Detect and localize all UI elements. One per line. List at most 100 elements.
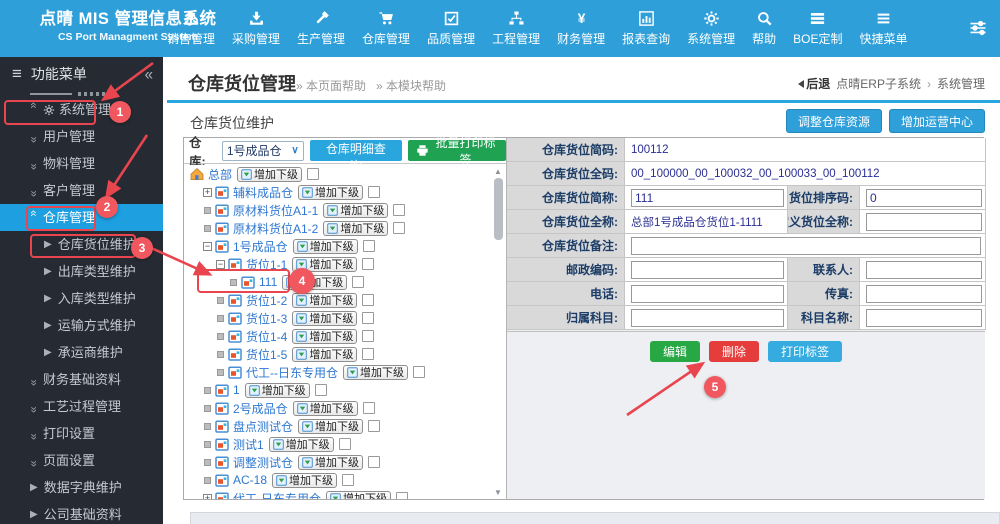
tree-node-checkbox[interactable] <box>363 240 375 252</box>
tree-node-name[interactable]: 2号成品仓 <box>233 400 288 417</box>
tree-node-name[interactable]: 代工-日东专用仓 <box>233 490 321 500</box>
nav-item-销售管理[interactable]: 销售管理 <box>165 10 217 47</box>
batch-print-label-button[interactable]: 批量打印标签 <box>408 140 506 161</box>
tree-node-name[interactable]: 1 <box>233 383 240 397</box>
tree-node-name[interactable]: 货位1-2 <box>246 292 287 309</box>
tree-node-name[interactable]: 货位1-3 <box>246 310 287 327</box>
delete-button[interactable]: 删除 <box>709 341 759 362</box>
form-input[interactable] <box>631 237 981 255</box>
tree-node-name[interactable]: 原材料货位A1-2 <box>233 220 318 237</box>
sidebar-item-客户管理[interactable]: «客户管理 <box>0 177 163 204</box>
sidebar-item-财务基础资料[interactable]: «财务基础资料 <box>0 366 163 393</box>
add-child-button[interactable]: 增加下级 <box>292 329 357 344</box>
nav-item-工程管理[interactable]: 工程管理 <box>490 10 542 47</box>
add-child-button[interactable]: 增加下级 <box>298 185 363 200</box>
page-help-link[interactable]: » 本页面帮助 <box>296 77 366 94</box>
sidebar-item-公司基础资料[interactable]: ▶公司基础资料 <box>0 501 163 524</box>
nav-item-报表查询[interactable]: 报表查询 <box>620 10 672 47</box>
form-input[interactable] <box>631 309 784 327</box>
nav-item-快捷菜单[interactable]: 快捷菜单 <box>858 10 910 47</box>
sidebar-collapse-icon[interactable]: « <box>145 65 153 84</box>
form-input[interactable] <box>866 261 982 279</box>
tree-node-name[interactable]: 原材料货位A1-1 <box>233 202 318 219</box>
tree-node-name[interactable]: 1号成品仓 <box>233 238 288 255</box>
tree-node-checkbox[interactable] <box>368 456 380 468</box>
sidebar-item-用户管理[interactable]: «用户管理 <box>0 123 163 150</box>
tree-node-checkbox[interactable] <box>342 474 354 486</box>
add-operation-center-button[interactable]: 增加运营中心 <box>889 109 985 133</box>
warehouse-select[interactable]: 1号成品仓 ∨ <box>222 141 304 161</box>
adjust-warehouse-resource-button[interactable]: 调整仓库资源 <box>786 109 882 133</box>
tree-node-name[interactable]: 测试1 <box>233 436 264 453</box>
tree-scrollbar[interactable]: ▲ ▼ <box>493 167 504 497</box>
add-child-button[interactable]: 增加下级 <box>292 293 357 308</box>
add-child-button[interactable]: 增加下级 <box>343 365 408 380</box>
tree-node-name[interactable]: AC-18 <box>233 473 267 487</box>
nav-item-生产管理[interactable]: 生产管理 <box>295 10 347 47</box>
sidebar-item-物料管理[interactable]: «物料管理 <box>0 150 163 177</box>
form-input[interactable] <box>631 285 784 303</box>
form-input[interactable] <box>866 309 982 327</box>
add-child-button[interactable]: 增加下级 <box>326 491 391 500</box>
nav-item-仓库管理[interactable]: 仓库管理 <box>360 10 412 47</box>
tree-node-checkbox[interactable] <box>413 366 425 378</box>
tree-node-name[interactable]: 111 <box>259 275 277 289</box>
sliders-icon[interactable] <box>969 19 987 37</box>
form-input[interactable] <box>866 189 982 207</box>
tree-node-checkbox[interactable] <box>368 420 380 432</box>
add-child-button[interactable]: 增加下级 <box>292 311 357 326</box>
tree-node-name[interactable]: 货位1-5 <box>246 346 287 363</box>
form-input[interactable] <box>631 189 784 207</box>
add-child-button[interactable]: 增加下级 <box>245 383 310 398</box>
tree-node-checkbox[interactable] <box>396 492 408 499</box>
nav-item-财务管理[interactable]: ¥财务管理 <box>555 10 607 47</box>
tree-node-name[interactable]: 盘点测试仓 <box>233 418 293 435</box>
breadcrumb-erp-system[interactable]: 点晴ERP子系统 <box>836 75 921 92</box>
sidebar-item-运输方式维护[interactable]: ▶运输方式维护 <box>0 312 163 339</box>
add-child-button[interactable]: 增加下级 <box>237 167 302 182</box>
tree-node-checkbox[interactable] <box>315 384 327 396</box>
nav-item-BOE定制[interactable]: BOE定制 <box>791 10 844 47</box>
tree-node-checkbox[interactable] <box>393 222 405 234</box>
breadcrumb-system-mgmt[interactable]: 系统管理 <box>937 75 985 92</box>
tree-node-name[interactable]: 货位1-4 <box>246 328 287 345</box>
tree-node-name[interactable]: 总部 <box>208 166 232 183</box>
sidebar-item-出库类型维护[interactable]: ▶出库类型维护 <box>0 258 163 285</box>
nav-item-系统管理[interactable]: 系统管理 <box>685 10 737 47</box>
collapse-icon[interactable]: − <box>216 260 225 269</box>
add-child-button[interactable]: 增加下级 <box>298 455 363 470</box>
tree-node-checkbox[interactable] <box>362 294 374 306</box>
tree-node-checkbox[interactable] <box>362 312 374 324</box>
tree-node-checkbox[interactable] <box>362 348 374 360</box>
tree-node-checkbox[interactable] <box>352 276 364 288</box>
add-child-button[interactable]: 增加下级 <box>323 221 388 236</box>
sidebar-item-入库类型维护[interactable]: ▶入库类型维护 <box>0 285 163 312</box>
tree-node-checkbox[interactable] <box>363 402 375 414</box>
add-child-button[interactable]: 增加下级 <box>269 437 334 452</box>
nav-item-采购管理[interactable]: 采购管理 <box>230 10 282 47</box>
tree-node-name[interactable]: 代工--日东专用仓 <box>246 364 338 381</box>
tree-node-checkbox[interactable] <box>339 438 351 450</box>
sidebar-item-系统管理[interactable]: «系统管理 <box>0 96 163 123</box>
sidebar-item-数据字典维护[interactable]: ▶数据字典维护 <box>0 474 163 501</box>
sidebar-item-承运商维护[interactable]: ▶承运商维护 <box>0 339 163 366</box>
add-child-button[interactable]: 增加下级 <box>293 401 358 416</box>
add-child-button[interactable]: 增加下级 <box>298 419 363 434</box>
print-label-button[interactable]: 打印标签 <box>768 341 842 362</box>
warehouse-detail-query-button[interactable]: 仓库明细查询 <box>310 140 402 161</box>
collapse-icon[interactable]: − <box>203 242 212 251</box>
tree-node-checkbox[interactable] <box>307 168 319 180</box>
tree-node-checkbox[interactable] <box>393 204 405 216</box>
scroll-down-icon[interactable]: ▼ <box>494 488 502 497</box>
add-child-button[interactable]: 增加下级 <box>292 347 357 362</box>
add-child-button[interactable]: 增加下级 <box>293 239 358 254</box>
tree-node-checkbox[interactable] <box>368 186 380 198</box>
expand-icon[interactable]: + <box>203 494 212 500</box>
sidebar-item-工艺过程管理[interactable]: «工艺过程管理 <box>0 393 163 420</box>
module-help-link[interactable]: » 本模块帮助 <box>376 77 446 94</box>
back-button[interactable]: 后退 <box>798 75 830 92</box>
nav-item-帮助[interactable]: 帮助 <box>750 10 778 47</box>
form-input[interactable] <box>631 261 784 279</box>
add-child-button[interactable]: 增加下级 <box>272 473 337 488</box>
add-child-button[interactable]: 增加下级 <box>292 257 357 272</box>
